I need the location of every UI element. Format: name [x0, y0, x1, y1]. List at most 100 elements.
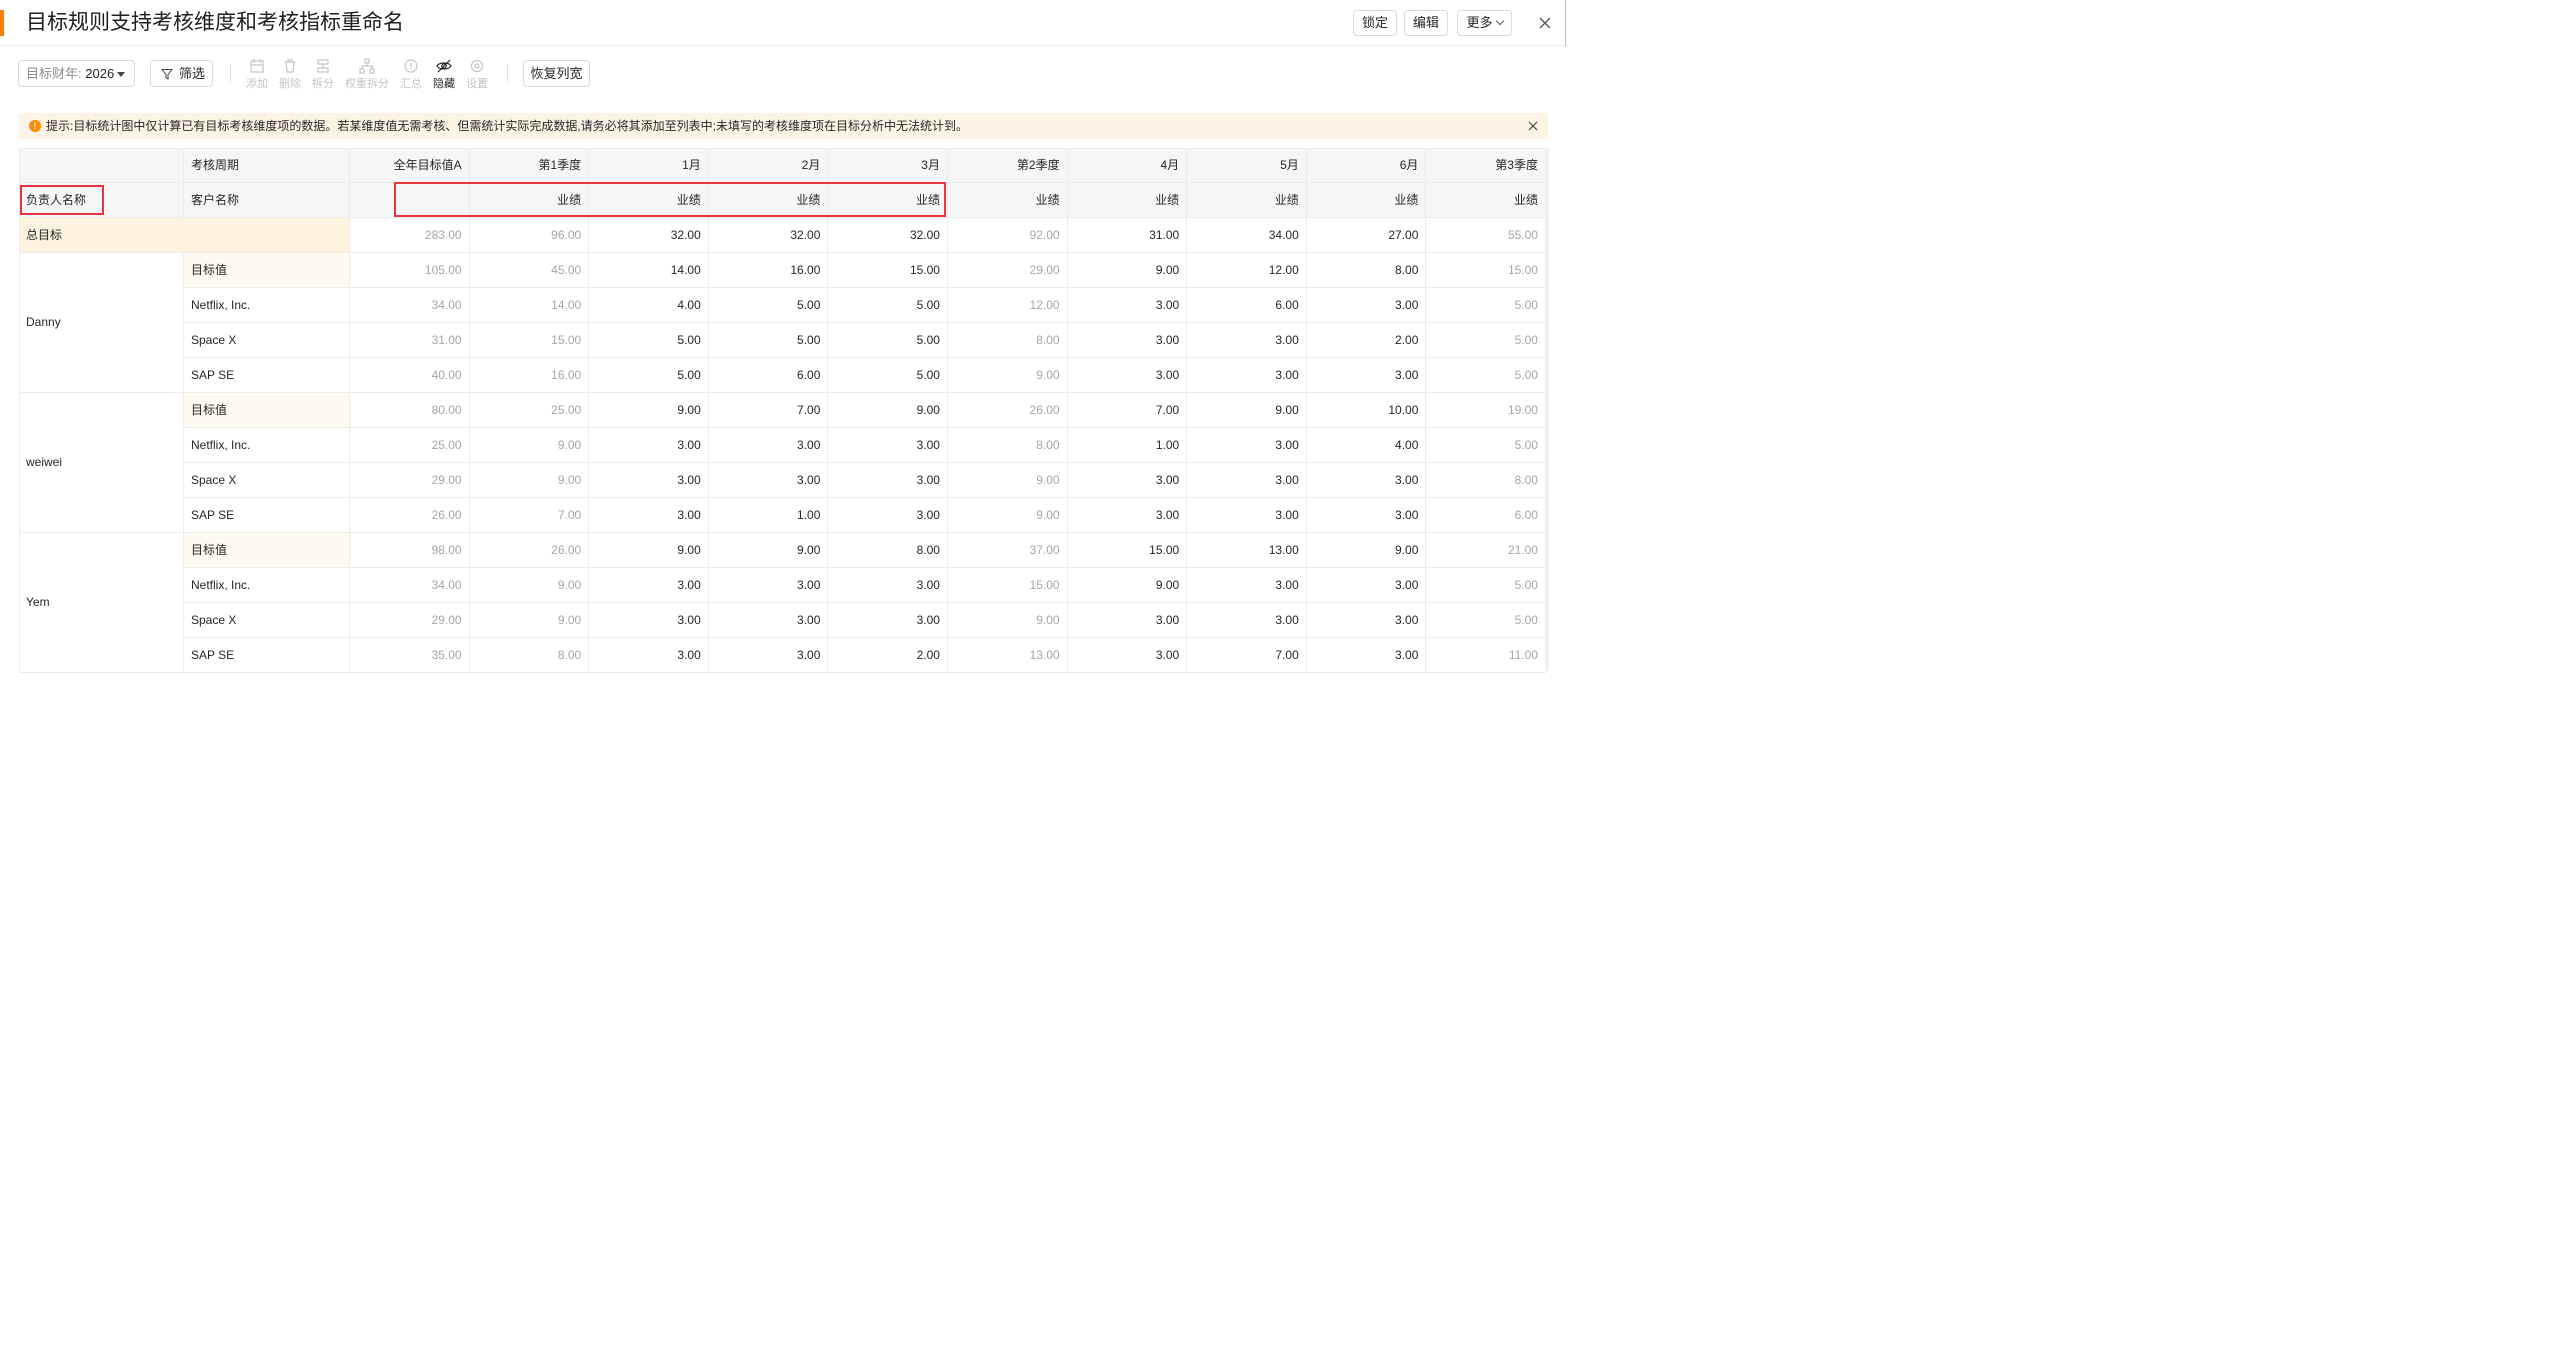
- column-header[interactable]: 第2季度: [948, 148, 1068, 183]
- value-cell[interactable]: 9.00: [469, 568, 590, 603]
- value-cell[interactable]: 7.00: [1187, 638, 1307, 673]
- value-cell[interactable]: 5.00: [1426, 428, 1546, 463]
- value-cell[interactable]: 3.00: [1067, 498, 1188, 533]
- owner-name-header[interactable]: 负责人名称: [19, 183, 184, 218]
- filter-button[interactable]: 筛选: [150, 60, 213, 87]
- column-header[interactable]: 1月: [589, 148, 709, 183]
- table-scrollbar[interactable]: [1545, 148, 1549, 671]
- value-cell[interactable]: 3.00: [589, 463, 709, 498]
- value-cell[interactable]: 98.00: [350, 533, 470, 568]
- value-cell[interactable]: 3.00: [1187, 603, 1307, 638]
- value-cell[interactable]: 3.00: [1067, 358, 1188, 393]
- value-cell[interactable]: 3.00: [1067, 463, 1188, 498]
- value-cell[interactable]: 9.00: [469, 463, 590, 498]
- value-cell[interactable]: 8.00: [948, 428, 1068, 463]
- value-cell[interactable]: 9.00: [708, 533, 829, 568]
- summary-tool[interactable]: 汇总: [398, 58, 424, 94]
- value-cell[interactable]: 5.00: [1426, 358, 1546, 393]
- total-value-cell[interactable]: 283.00: [350, 218, 470, 253]
- value-cell[interactable]: 45.00: [469, 253, 590, 288]
- delete-tool[interactable]: 删除: [277, 58, 303, 94]
- metric-header[interactable]: 业绩: [1426, 183, 1546, 218]
- value-cell[interactable]: 3.00: [1187, 358, 1307, 393]
- value-cell[interactable]: 3.00: [828, 463, 948, 498]
- value-cell[interactable]: 14.00: [589, 253, 709, 288]
- column-header[interactable]: 全年目标值A: [350, 148, 470, 183]
- value-cell[interactable]: 16.00: [708, 253, 829, 288]
- value-cell[interactable]: 9.00: [469, 428, 590, 463]
- value-cell[interactable]: 3.00: [1306, 638, 1427, 673]
- value-cell[interactable]: 3.00: [1187, 428, 1307, 463]
- value-cell[interactable]: 9.00: [589, 533, 709, 568]
- value-cell[interactable]: 80.00: [350, 393, 470, 428]
- value-cell[interactable]: 1.00: [708, 498, 829, 533]
- value-cell[interactable]: 13.00: [1187, 533, 1307, 568]
- value-cell[interactable]: 5.00: [589, 358, 709, 393]
- value-cell[interactable]: 34.00: [350, 568, 470, 603]
- fiscal-year-select[interactable]: 目标财年: 2026: [18, 60, 135, 87]
- value-cell[interactable]: 3.00: [1067, 638, 1188, 673]
- value-cell[interactable]: 5.00: [828, 288, 948, 323]
- value-cell[interactable]: 9.00: [828, 393, 948, 428]
- value-cell[interactable]: 3.00: [708, 463, 829, 498]
- value-cell[interactable]: 8.00: [1426, 463, 1546, 498]
- value-cell[interactable]: 25.00: [350, 428, 470, 463]
- metric-header[interactable]: 业绩: [1187, 183, 1307, 218]
- value-cell[interactable]: 40.00: [350, 358, 470, 393]
- metric-header[interactable]: 业绩: [828, 183, 948, 218]
- weight-split-tool[interactable]: 权重拆分: [343, 58, 391, 94]
- metric-header[interactable]: 业绩: [948, 183, 1068, 218]
- column-header[interactable]: 2月: [708, 148, 829, 183]
- value-cell[interactable]: 25.00: [469, 393, 590, 428]
- split-tool[interactable]: 拆分: [310, 58, 336, 94]
- value-cell[interactable]: 9.00: [1067, 253, 1188, 288]
- value-cell[interactable]: 3.00: [1306, 603, 1427, 638]
- metric-header[interactable]: [350, 183, 470, 218]
- value-cell[interactable]: 3.00: [1067, 288, 1188, 323]
- value-cell[interactable]: 29.00: [948, 253, 1068, 288]
- value-cell[interactable]: 8.00: [469, 638, 590, 673]
- value-cell[interactable]: 2.00: [1306, 323, 1427, 358]
- value-cell[interactable]: 9.00: [948, 603, 1068, 638]
- value-cell[interactable]: 3.00: [589, 603, 709, 638]
- value-cell[interactable]: 3.00: [1306, 498, 1427, 533]
- value-cell[interactable]: 5.00: [1426, 568, 1546, 603]
- value-cell[interactable]: 3.00: [1067, 323, 1188, 358]
- total-value-cell[interactable]: 32.00: [589, 218, 709, 253]
- value-cell[interactable]: 15.00: [828, 253, 948, 288]
- value-cell[interactable]: 12.00: [1187, 253, 1307, 288]
- value-cell[interactable]: 5.00: [589, 323, 709, 358]
- total-value-cell[interactable]: 34.00: [1187, 218, 1307, 253]
- lock-button[interactable]: 锁定: [1353, 10, 1397, 36]
- value-cell[interactable]: 7.00: [708, 393, 829, 428]
- value-cell[interactable]: 12.00: [948, 288, 1068, 323]
- close-icon[interactable]: [1535, 13, 1555, 33]
- value-cell[interactable]: 5.00: [708, 288, 829, 323]
- value-cell[interactable]: 3.00: [708, 568, 829, 603]
- metric-header[interactable]: 业绩: [469, 183, 590, 218]
- value-cell[interactable]: 9.00: [1187, 393, 1307, 428]
- value-cell[interactable]: 5.00: [708, 323, 829, 358]
- reset-column-width-button[interactable]: 恢复列宽: [523, 60, 590, 87]
- value-cell[interactable]: 8.00: [948, 323, 1068, 358]
- value-cell[interactable]: 7.00: [1067, 393, 1188, 428]
- value-cell[interactable]: 3.00: [589, 498, 709, 533]
- value-cell[interactable]: 3.00: [1306, 288, 1427, 323]
- hide-tool[interactable]: 隐藏: [431, 58, 457, 94]
- value-cell[interactable]: 3.00: [589, 568, 709, 603]
- column-header[interactable]: 第3季度: [1426, 148, 1546, 183]
- value-cell[interactable]: 3.00: [708, 428, 829, 463]
- total-value-cell[interactable]: 55.00: [1426, 218, 1546, 253]
- value-cell[interactable]: 5.00: [1426, 323, 1546, 358]
- value-cell[interactable]: 2.00: [828, 638, 948, 673]
- value-cell[interactable]: 5.00: [1426, 603, 1546, 638]
- value-cell[interactable]: 3.00: [1187, 498, 1307, 533]
- value-cell[interactable]: 15.00: [948, 568, 1068, 603]
- value-cell[interactable]: 6.00: [1426, 498, 1546, 533]
- value-cell[interactable]: 9.00: [589, 393, 709, 428]
- value-cell[interactable]: 3.00: [828, 603, 948, 638]
- value-cell[interactable]: 3.00: [1187, 568, 1307, 603]
- add-tool[interactable]: 添加: [244, 58, 270, 94]
- column-header[interactable]: 第1季度: [469, 148, 590, 183]
- value-cell[interactable]: 3.00: [828, 428, 948, 463]
